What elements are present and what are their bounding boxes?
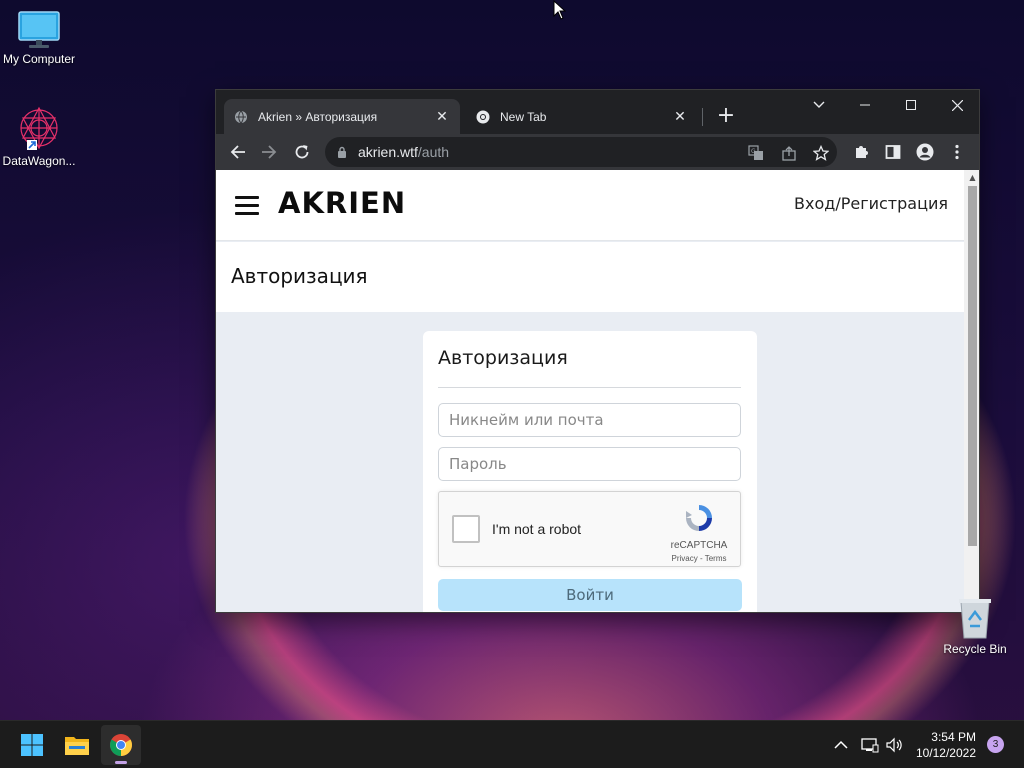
recycle-bin-icon	[959, 599, 991, 639]
translate-icon[interactable]: G	[747, 144, 765, 162]
page-title: Авторизация	[231, 264, 368, 288]
tab-title: Akrien » Авторизация	[258, 109, 378, 124]
notification-badge[interactable]: 3	[987, 736, 1004, 753]
back-button[interactable]	[224, 138, 252, 166]
profile-avatar-icon[interactable]	[913, 140, 937, 164]
url-host: akrien.wtf	[358, 144, 418, 160]
arrow-right-icon	[262, 145, 277, 159]
browser-toolbar: akrien.wtf/auth G	[216, 134, 979, 170]
login-register-link[interactable]: Вход/Регистрация	[794, 194, 948, 213]
username-input[interactable]: Никнейм или почта	[438, 403, 741, 437]
recaptcha-checkbox[interactable]	[452, 515, 480, 543]
browser-window: Akrien » Авторизация ✕ New Tab ✕ + akrie…	[215, 89, 980, 613]
recaptcha-logo: reCAPTCHA Privacy - Terms	[668, 502, 730, 563]
folder-icon	[65, 737, 89, 755]
minimize-icon	[860, 104, 870, 106]
close-icon	[951, 99, 963, 111]
clock-date: 10/12/2022	[915, 746, 976, 760]
chrome-icon	[110, 734, 132, 756]
address-bar[interactable]: akrien.wtf/auth G	[325, 137, 837, 167]
show-hidden-icons-button[interactable]	[834, 721, 848, 768]
site-logo[interactable]: AKRIEN	[278, 186, 406, 220]
desktop-icon-recycle-bin[interactable]: Recycle Bin	[937, 596, 1013, 656]
page-title-bar: Авторизация	[216, 242, 964, 312]
taskbar: 3:54 PM 10/12/2022 3	[0, 720, 1024, 768]
active-indicator	[115, 761, 127, 764]
mouse-cursor-icon	[553, 0, 566, 20]
reload-icon	[295, 145, 309, 159]
recaptcha-icon	[686, 505, 712, 531]
auth-card-title: Авторизация	[438, 347, 568, 369]
svg-text:G: G	[751, 148, 756, 155]
volume-icon[interactable]	[886, 721, 904, 768]
close-tab-icon[interactable]: ✕	[672, 108, 688, 125]
minimize-button[interactable]	[842, 90, 888, 120]
desktop-icon-label: Recycle Bin	[943, 642, 1007, 656]
tab-separator	[702, 108, 703, 126]
extensions-puzzle-icon[interactable]	[849, 140, 873, 164]
tab-search-button[interactable]	[796, 90, 842, 120]
desktop-icon-label: My Computer	[2, 52, 76, 66]
start-button[interactable]	[12, 725, 52, 765]
arrow-left-icon	[230, 145, 245, 159]
clock[interactable]: 3:54 PM 10/12/2022	[916, 729, 976, 761]
recaptcha-widget: I'm not a robot reCAPTCHA Privacy - Term…	[438, 491, 741, 567]
tab-akrien-auth[interactable]: Akrien » Авторизация ✕	[224, 99, 460, 134]
divider	[438, 387, 741, 388]
network-icon[interactable]	[861, 721, 879, 768]
tab-new-tab[interactable]: New Tab ✕	[466, 99, 698, 134]
bookmark-star-icon[interactable]	[812, 144, 830, 162]
forward-button[interactable]	[255, 138, 283, 166]
tab-strip: Akrien » Авторизация ✕ New Tab ✕ +	[216, 90, 979, 134]
chrome-taskbar-button[interactable]	[101, 725, 141, 765]
recaptcha-label: I'm not a robot	[492, 521, 582, 537]
datawagon-icon	[20, 106, 58, 150]
chrome-icon	[476, 110, 490, 123]
file-explorer-button[interactable]	[57, 725, 97, 765]
maximize-icon	[906, 100, 916, 110]
close-window-button[interactable]	[934, 90, 979, 120]
tab-title: New Tab	[500, 109, 547, 124]
hamburger-menu-icon[interactable]	[235, 196, 259, 215]
desktop-icon-my-computer[interactable]: My Computer	[1, 10, 77, 66]
reload-button[interactable]	[288, 138, 316, 166]
new-tab-button[interactable]: +	[712, 102, 740, 130]
globe-icon	[235, 110, 247, 124]
lock-icon	[338, 146, 346, 158]
url-path: /auth	[417, 144, 450, 160]
login-submit-button[interactable]: Войти	[438, 579, 742, 611]
desktop-icon-label: DataWagon...	[2, 154, 76, 168]
menu-kebab-icon[interactable]	[945, 140, 969, 164]
close-tab-icon[interactable]: ✕	[434, 108, 450, 125]
site-header: AKRIEN Вход/Регистрация	[216, 170, 964, 241]
page-viewport: AKRIEN Вход/Регистрация Авторизация Авто…	[216, 170, 964, 612]
page-scrollbar[interactable]: ▲ ▼	[964, 170, 979, 612]
windows-logo-icon	[21, 734, 43, 756]
monitor-icon	[18, 11, 60, 48]
auth-card: Авторизация Никнейм или почта Пароль I'm…	[423, 331, 757, 612]
chevron-down-icon	[813, 101, 825, 108]
scrollbar-thumb[interactable]	[968, 186, 977, 546]
share-icon[interactable]	[780, 144, 798, 162]
recaptcha-brand: reCAPTCHA	[670, 540, 728, 551]
chevron-up-icon	[834, 740, 848, 749]
side-panel-icon[interactable]	[881, 140, 905, 164]
recaptcha-links[interactable]: Privacy - Terms	[668, 554, 730, 563]
password-input[interactable]: Пароль	[438, 447, 741, 481]
maximize-button[interactable]	[888, 90, 934, 120]
clock-time: 3:54 PM	[931, 730, 976, 744]
desktop-icon-datawagon[interactable]: DataWagon...	[1, 104, 77, 168]
scroll-up-icon[interactable]: ▲	[968, 173, 977, 183]
